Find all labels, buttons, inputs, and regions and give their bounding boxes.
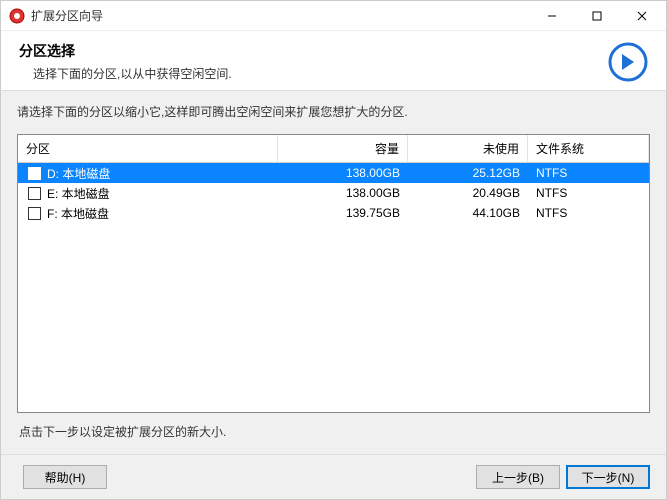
fs-cell: NTFS (528, 164, 649, 182)
capacity-cell: 138.00GB (278, 164, 408, 182)
capacity-cell: 139.75GB (278, 204, 408, 222)
next-button[interactable]: 下一步(N) (566, 465, 650, 489)
instruction-text: 请选择下面的分区以缩小它,这样即可腾出空闲空间来扩展您想扩大的分区. (17, 103, 650, 120)
window-title: 扩展分区向导 (31, 7, 529, 24)
wizard-window: 扩展分区向导 分区选择 选择下面的分区,以从中获得空闲空间. 请选择下面的分区以… (0, 0, 667, 500)
row-checkbox[interactable] (28, 207, 41, 220)
partition-table: 分区 容量 未使用 文件系统 ✓D: 本地磁盘138.00GB25.12GBNT… (17, 134, 650, 413)
partition-label: D: 本地磁盘 (47, 165, 110, 182)
unused-cell: 44.10GB (408, 204, 528, 222)
maximize-button[interactable] (574, 2, 619, 30)
unused-cell: 25.12GB (408, 164, 528, 182)
table-row[interactable]: F: 本地磁盘 139.75GB44.10GBNTFS (18, 203, 649, 223)
help-button[interactable]: 帮助(H) (23, 465, 107, 489)
minimize-button[interactable] (529, 2, 574, 30)
table-row[interactable]: E: 本地磁盘 138.00GB20.49GBNTFS (18, 183, 649, 203)
checkmark-icon: ✓ (30, 168, 38, 178)
partition-label: E: 本地磁盘 (47, 185, 110, 202)
fs-cell: NTFS (528, 204, 649, 222)
fs-cell: NTFS (528, 184, 649, 202)
partition-label: F: 本地磁盘 (47, 205, 109, 222)
wizard-arrow-icon (608, 42, 648, 82)
table-header: 分区 容量 未使用 文件系统 (18, 135, 649, 163)
titlebar: 扩展分区向导 (1, 1, 666, 31)
wizard-footer: 帮助(H) 上一步(B) 下一步(N) (1, 454, 666, 499)
table-row[interactable]: ✓ D: 本地磁盘 138.00GB25.12GBNTFS (18, 163, 649, 183)
page-subtitle: 选择下面的分区,以从中获得空闲空间. (19, 65, 608, 82)
capacity-cell: 138.00GB (278, 184, 408, 202)
app-icon (9, 8, 25, 24)
col-header-capacity[interactable]: 容量 (278, 135, 408, 162)
wizard-header: 分区选择 选择下面的分区,以从中获得空闲空间. (1, 31, 666, 91)
unused-cell: 20.49GB (408, 184, 528, 202)
row-checkbox[interactable] (28, 187, 41, 200)
page-heading: 分区选择 (19, 41, 608, 61)
col-header-unused[interactable]: 未使用 (408, 135, 528, 162)
wizard-body: 请选择下面的分区以缩小它,这样即可腾出空闲空间来扩展您想扩大的分区. 分区 容量… (1, 91, 666, 454)
row-checkbox[interactable]: ✓ (28, 167, 41, 180)
close-button[interactable] (619, 2, 664, 30)
table-body: ✓D: 本地磁盘138.00GB25.12GBNTFSE: 本地磁盘138.00… (18, 163, 649, 412)
col-header-partition[interactable]: 分区 (18, 135, 278, 162)
back-button[interactable]: 上一步(B) (476, 465, 560, 489)
hint-text: 点击下一步以设定被扩展分区的新大小. (17, 413, 650, 446)
col-header-filesystem[interactable]: 文件系统 (528, 135, 649, 162)
